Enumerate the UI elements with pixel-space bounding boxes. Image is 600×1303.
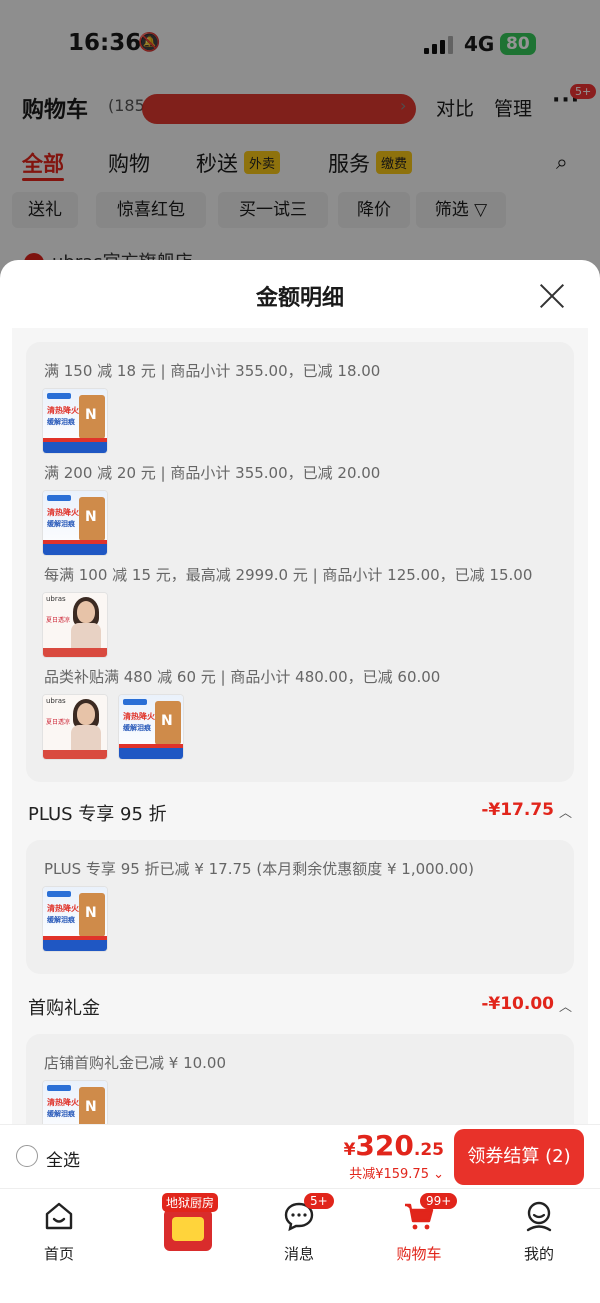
total-saved[interactable]: 共减¥159.75 ⌄: [349, 1163, 444, 1182]
product-thumbnail-petfood[interactable]: 清热降火 缓解泪痕: [42, 490, 108, 556]
promotion-rule: 满 150 减 18 元 | 商品小计 355.00，已减 18.00: [44, 362, 381, 380]
select-all-radio[interactable]: [16, 1145, 38, 1167]
chevron-up-icon[interactable]: ︿: [559, 802, 572, 821]
checkout-bar: 全选 ¥320.25 共减¥159.75 ⌄ 领券结算 (2): [0, 1124, 600, 1188]
price-integer: 320: [355, 1129, 414, 1162]
chevron-up-icon[interactable]: ︿: [559, 996, 572, 1015]
plus-discount-label: PLUS 专享 95 折: [28, 804, 167, 825]
promotion-rule: 满 200 减 20 元 | 商品小计 355.00，已减 20.00: [44, 464, 381, 482]
nav-home[interactable]: 首页: [14, 1199, 104, 1264]
first-gift-detail: 店铺首购礼金已减 ¥ 10.00: [44, 1054, 227, 1072]
promotion-rule: 品类补贴满 480 减 60 元 | 商品小计 480.00，已减 60.00: [44, 668, 441, 686]
first-gift-header[interactable]: 首购礼金 -¥10.00 ︿: [28, 994, 572, 1022]
home-icon: [45, 1202, 73, 1230]
sheet-body: 满 150 减 18 元 | 商品小计 355.00，已减 18.00 清热降火…: [12, 328, 588, 1126]
first-gift-label: 首购礼金: [28, 998, 100, 1019]
first-gift-card: 店铺首购礼金已减 ¥ 10.00 清热降火 缓解泪痕: [26, 1034, 574, 1126]
plus-discount-card: PLUS 专享 95 折已减 ¥ 17.75 (本月剩余优惠额度 ¥ 1,000…: [26, 840, 574, 974]
checkout-button[interactable]: 领券结算 (2): [454, 1129, 584, 1185]
cart-badge: 99+: [420, 1193, 458, 1209]
promotion-rule: 每满 100 减 15 元，最高减 2999.0 元 | 商品小计 125.00…: [44, 566, 533, 584]
promo-tag: 地狱厨房: [162, 1193, 219, 1212]
select-all-label[interactable]: 全选: [46, 1146, 80, 1171]
sheet-title: 金额明细: [255, 286, 344, 311]
product-thumbnail-petfood[interactable]: 清热降火 缓解泪痕: [42, 388, 108, 454]
product-thumbnail-petfood[interactable]: 清热降火 缓解泪痕: [118, 694, 184, 760]
modal-scrim[interactable]: [0, 0, 600, 300]
plus-discount-detail: PLUS 专享 95 折已减 ¥ 17.75 (本月剩余优惠额度 ¥ 1,000…: [44, 860, 474, 878]
nav-promo[interactable]: 地狱厨房: [160, 1193, 220, 1253]
plus-discount-header[interactable]: PLUS 专享 95 折 -¥17.75 ︿: [28, 800, 572, 828]
product-thumbnail-apparel[interactable]: ubras 夏日透凉: [42, 592, 108, 658]
product-thumbnail-petfood[interactable]: 清热降火 缓解泪痕: [42, 886, 108, 952]
nav-home-label: 首页: [43, 1245, 74, 1263]
nav-messages[interactable]: 5+ 消息: [254, 1193, 344, 1264]
nav-me-label: 我的: [523, 1245, 554, 1263]
nav-messages-label: 消息: [283, 1245, 314, 1263]
nav-me[interactable]: 我的: [494, 1199, 584, 1264]
product-thumbnail-apparel[interactable]: ubras 夏日透凉: [42, 694, 108, 760]
total-price: ¥320.25: [344, 1129, 444, 1162]
amount-detail-sheet: 金额明细 满 150 减 18 元 | 商品小计 355.00，已减 18.00…: [0, 260, 600, 1126]
promo-art: [164, 1209, 212, 1251]
promotions-card: 满 150 减 18 元 | 商品小计 355.00，已减 18.00 清热降火…: [26, 342, 574, 782]
profile-icon: [526, 1201, 552, 1232]
price-decimal: .25: [413, 1140, 444, 1160]
messages-badge: 5+: [304, 1193, 334, 1209]
nav-cart[interactable]: 99+ 购物车: [374, 1193, 464, 1264]
currency-symbol: ¥: [343, 1140, 356, 1160]
close-icon[interactable]: [538, 282, 566, 310]
nav-cart-label: 购物车: [396, 1245, 442, 1263]
first-gift-amount: -¥10.00: [481, 994, 554, 1014]
product-thumbnail-petfood[interactable]: 清热降火 缓解泪痕: [42, 1080, 108, 1126]
bottom-nav: 首页 地狱厨房 5+ 消息 99+ 购物车 我的: [0, 1188, 600, 1303]
plus-discount-amount: -¥17.75: [481, 800, 554, 820]
